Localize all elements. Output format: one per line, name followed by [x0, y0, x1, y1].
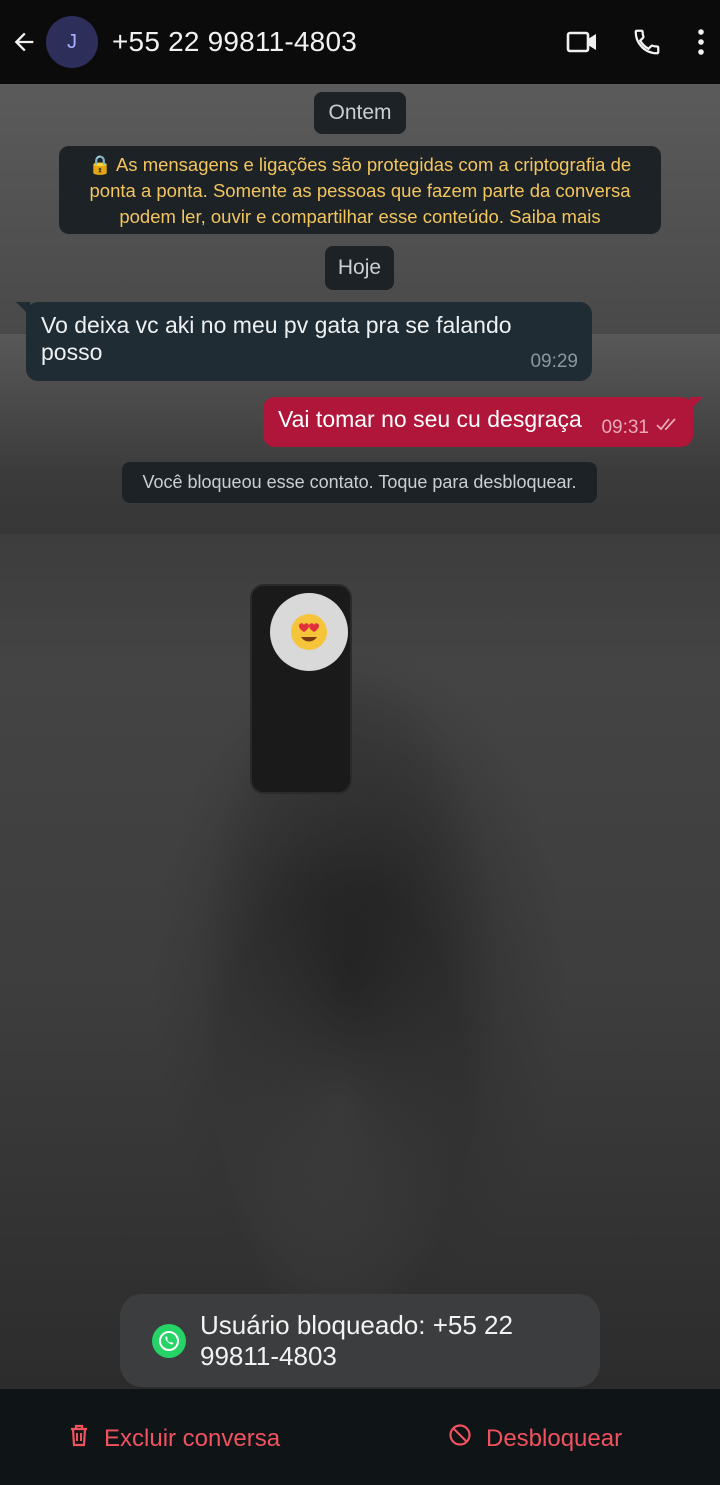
trash-icon — [68, 1423, 90, 1454]
chat-header: J +55 22 99811-4803 — [0, 0, 720, 84]
whatsapp-icon — [152, 1323, 186, 1358]
outgoing-message[interactable]: Vai tomar no seu cu desgraça 09:31 — [263, 397, 703, 447]
contact-name[interactable]: +55 22 99811-4803 — [112, 26, 357, 58]
bottom-action-bar: Excluir conversa Desbloquear — [0, 1389, 720, 1485]
message-time: 09:29 — [530, 351, 578, 372]
back-arrow-icon[interactable] — [2, 0, 46, 84]
delete-chat-button[interactable]: Excluir conversa — [68, 1423, 280, 1454]
avatar[interactable]: J — [46, 16, 98, 68]
encryption-notice[interactable]: 🔒 As mensagens e ligações são protegidas… — [59, 146, 661, 234]
blocked-toast: Usuário bloqueado: +55 22 99811-4803 — [120, 1294, 600, 1387]
video-call-icon[interactable] — [566, 29, 598, 55]
delete-chat-label: Excluir conversa — [104, 1424, 281, 1452]
incoming-message[interactable]: Vo deixa vc aki no meu pv gata pra se fa… — [16, 302, 592, 381]
chat-area[interactable]: Ontem 🔒 As mensagens e ligações são prot… — [0, 84, 720, 1389]
block-icon — [448, 1423, 472, 1454]
date-separator-hoje: Hoje — [325, 246, 394, 290]
unblock-label: Desbloquear — [486, 1424, 623, 1452]
message-time: 09:31 — [601, 417, 649, 438]
double-check-icon — [655, 417, 681, 439]
toast-text: Usuário bloqueado: +55 22 99811-4803 — [200, 1309, 513, 1371]
blocked-contact-notice[interactable]: Você bloqueou esse contato. Toque para d… — [122, 462, 597, 503]
message-text: Vo deixa vc aki no meu pv gata pra se fa… — [41, 312, 512, 365]
heart-eyes-emoji-icon — [270, 593, 348, 671]
unblock-button[interactable]: Desbloquear — [448, 1423, 622, 1454]
more-vert-icon[interactable] — [696, 28, 706, 56]
date-separator-ontem: Ontem — [314, 92, 406, 134]
phone-call-icon[interactable] — [632, 27, 662, 57]
